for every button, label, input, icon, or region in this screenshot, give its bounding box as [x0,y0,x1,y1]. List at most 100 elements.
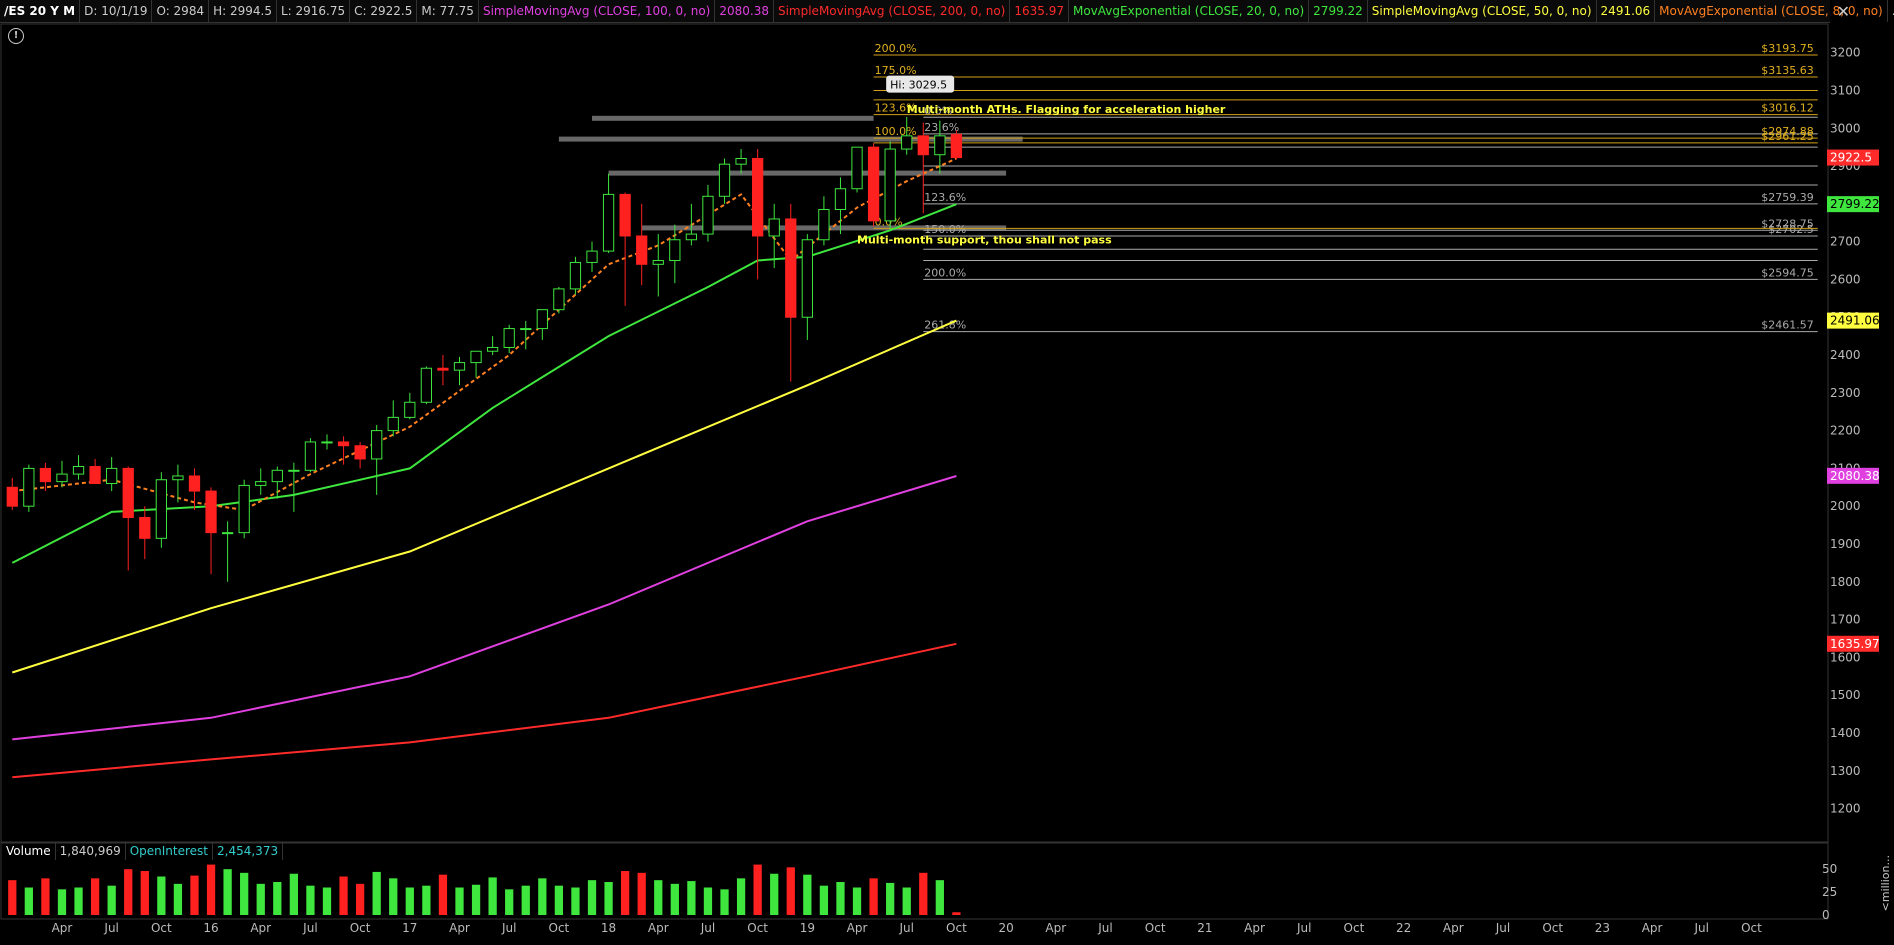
volume-bar [389,878,398,915]
price-chart[interactable]: 1200130014001500160017001800190020002100… [0,22,1894,945]
volume-bar [587,880,597,915]
study-value-ema20: 2799.22 [1309,0,1368,22]
fib-lower-price-label: $2759.39 [1761,191,1814,204]
y-tick-label: 1900 [1830,537,1861,551]
volume-bar [41,878,50,915]
volume-bar [554,885,564,915]
candle-body [884,148,896,222]
candle-body [56,473,68,483]
candle-body [768,218,780,237]
volume-bar [836,882,845,915]
volume-label: Volume [2,842,56,860]
gray-zone [592,115,874,121]
study-label-sma200[interactable]: SimpleMovingAvg (CLOSE, 200, 0, no) [774,0,1011,22]
candle-body [553,288,565,311]
volume-bar [538,878,547,915]
volume-bar [372,871,381,915]
candle-body [503,328,515,348]
candle-body [404,401,416,418]
candle-body [122,467,134,519]
x-tick-label: Apr [1642,921,1663,935]
x-tick-label: Jul [1694,921,1709,935]
volume-bar [770,873,779,915]
volume-bar [488,877,497,915]
fib-lower-label: 200.0% [924,266,966,279]
candle-body [669,239,681,262]
date-label: D: 10/1/19 [80,0,153,22]
volume-tick-label: 50 [1822,862,1837,876]
study-label-ema20[interactable]: MovAvgExponential (CLOSE, 20, 0, no) [1069,0,1310,22]
candle-body [867,146,880,222]
candle-body [636,235,648,265]
x-tick-label: Apr [1244,921,1265,935]
volume-bar [621,871,630,915]
volume-bar [256,883,265,915]
volume-bar [339,876,348,915]
x-tick-label: Jul [1495,921,1510,935]
volume-bar [637,872,646,915]
volume-header: Volume 1,840,969 OpenInterest 2,454,373 [2,842,284,860]
y-tick-label: 1300 [1830,764,1861,778]
x-tick-label: Jul [898,921,913,935]
candle-body [702,195,714,235]
volume-bar [74,887,83,915]
volume-bar [306,885,315,915]
close-icon[interactable]: ✕ [1837,2,1850,21]
volume-bar [571,887,580,915]
volume-bar [471,884,481,915]
fib-upper-price-label: $3016.12 [1761,102,1814,115]
candle-body [387,416,399,432]
volume-bar [355,883,365,915]
x-tick-label: Oct [549,921,570,935]
candle-body [752,157,764,237]
candle-body [371,430,383,460]
x-tick-label: Apr [648,921,669,935]
y-tick-label: 1700 [1830,613,1861,627]
study-label-ema8[interactable]: MovAvgExponential (CLOSE, 8, 0, no) [1655,0,1888,22]
moving-average-line [12,157,957,512]
x-tick-label: Apr [250,921,271,935]
moving-average-line [11,203,957,564]
candle-body [801,239,813,318]
y-tick-label: 1800 [1830,575,1861,589]
volume-bar [24,887,33,915]
candle-body [901,135,913,150]
fib-lower-price-label: $2461.57 [1761,319,1814,332]
study-value-sma200: 1635.97 [1010,0,1069,22]
fib-lower-price-label: $2594.75 [1761,266,1814,279]
volume-bar [703,887,713,915]
fib-lower-price-label: $2702.5 [1768,223,1814,236]
volume-bar [919,872,928,915]
volume-bar [57,889,67,915]
study-label-sma100[interactable]: SimpleMovingAvg (CLOSE, 100, 0, no) [479,0,716,22]
candle-body [718,163,731,197]
volume-bar [505,889,514,915]
x-tick-label: 16 [203,921,218,935]
x-tick-label: Oct [946,921,967,935]
volume-bar [289,873,298,915]
candle-body [917,135,929,156]
symbol-label[interactable]: /ES 20 Y M [0,0,81,22]
candle-body [337,441,350,447]
open-interest-value: 2,454,373 [213,842,284,860]
volume-bar [206,864,216,915]
volume-bar [322,887,332,915]
candle-body [354,445,366,460]
price-tag-label: 1635.97 [1830,637,1880,651]
candle-body [486,346,499,352]
candle-body [172,475,184,481]
x-tick-label: Jul [501,921,516,935]
candle-body [520,328,532,331]
x-tick-label: 17 [402,921,417,935]
candle-body [221,532,234,535]
volume-bar [687,881,696,915]
study-label-sma50[interactable]: SimpleMovingAvg (CLOSE, 50, 0, no) [1368,0,1597,22]
volume-bar [604,882,613,915]
candle-body [735,157,747,165]
more-studies-button[interactable]: ... [1888,0,1894,22]
candle-body [602,193,615,252]
x-tick-label: 18 [601,921,616,935]
open-interest-label: OpenInterest [126,842,214,860]
candle-body [851,146,863,190]
study-value-sma100: 2080.38 [715,0,774,22]
